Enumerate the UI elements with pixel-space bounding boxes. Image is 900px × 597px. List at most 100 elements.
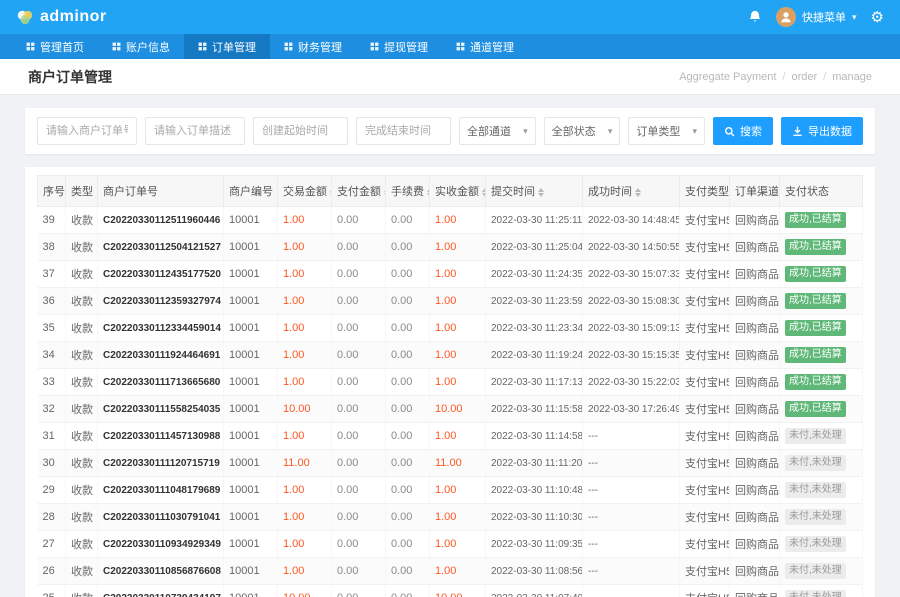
column-header-trade_amount[interactable]: 交易金额 bbox=[278, 176, 332, 207]
cell-submit_time: 2022-03-30 11:08:56 bbox=[486, 558, 583, 585]
cell-real_amount: 11.00 bbox=[430, 450, 486, 477]
nav-item-label: 财务管理 bbox=[298, 39, 342, 55]
cell-fee: 0.00 bbox=[386, 369, 430, 396]
sort-icon[interactable] bbox=[482, 188, 486, 197]
cell-order_no: C20220330112359327974 bbox=[98, 288, 224, 315]
cell-pay_amount: 0.00 bbox=[332, 477, 386, 504]
cell-fee: 0.00 bbox=[386, 450, 430, 477]
nav-item-label: 订单管理 bbox=[212, 39, 256, 55]
cell-order_no: C20220330111048179689 bbox=[98, 477, 224, 504]
cell-order_no: C20220330110934929349 bbox=[98, 531, 224, 558]
logo[interactable]: adminor bbox=[16, 8, 107, 26]
cell-pay_amount: 0.00 bbox=[332, 423, 386, 450]
breadcrumb: Aggregate Payment / order / manage bbox=[679, 71, 872, 83]
breadcrumb-item: manage bbox=[832, 71, 872, 83]
order-desc-input[interactable] bbox=[145, 117, 245, 145]
table-header-row: 序号类型商户订单号商户编号交易金额支付金额手续费实收金额提交时间成功时间支付类型… bbox=[38, 176, 863, 207]
cell-type: 收款 bbox=[66, 369, 98, 396]
channel-select[interactable]: 全部通道 ▾ bbox=[459, 117, 536, 145]
table-row: 31收款C20220330111457130988100011.000.000.… bbox=[38, 423, 863, 450]
nav-item-finance[interactable]: 财务管理 bbox=[270, 34, 356, 59]
cell-trade_amount: 1.00 bbox=[278, 531, 332, 558]
column-header-pay_amount[interactable]: 支付金额 bbox=[332, 176, 386, 207]
cell-submit_time: 2022-03-30 11:23:59 bbox=[486, 288, 583, 315]
cell-fee: 0.00 bbox=[386, 342, 430, 369]
nav-item-channel[interactable]: 通道管理 bbox=[442, 34, 528, 59]
cell-status: 成功,已结算 bbox=[780, 234, 863, 261]
sort-icon[interactable] bbox=[538, 188, 544, 197]
status-select[interactable]: 全部状态 ▾ bbox=[544, 117, 621, 145]
cell-success_time: --- bbox=[583, 531, 680, 558]
cell-type: 收款 bbox=[66, 396, 98, 423]
cell-order_no: C20220330110856876608 bbox=[98, 558, 224, 585]
settings-gear-icon[interactable]: ⚙ bbox=[871, 10, 884, 25]
export-data-button[interactable]: 导出数据 bbox=[781, 117, 863, 145]
chevron-down-icon: ▾ bbox=[523, 126, 528, 137]
cell-pay_type: 支付宝H5 bbox=[680, 315, 730, 342]
breadcrumb-separator: / bbox=[782, 71, 785, 83]
cell-trade_amount: 1.00 bbox=[278, 477, 332, 504]
cell-no: 26 bbox=[38, 558, 66, 585]
finish-end-time-input[interactable] bbox=[356, 117, 451, 145]
cell-trade_amount: 10.00 bbox=[278, 585, 332, 597]
cell-status: 未付,未处理 bbox=[780, 477, 863, 504]
nav-item-account[interactable]: 账户信息 bbox=[98, 34, 184, 59]
cell-order_no: C20220330112504121527 bbox=[98, 234, 224, 261]
merchant-order-no-input[interactable] bbox=[37, 117, 137, 145]
breadcrumb-item[interactable]: Aggregate Payment bbox=[679, 71, 776, 83]
nav-item-withdraw[interactable]: 提现管理 bbox=[356, 34, 442, 59]
cell-pay_amount: 0.00 bbox=[332, 315, 386, 342]
cell-trade_amount: 1.00 bbox=[278, 558, 332, 585]
cell-merchant_no: 10001 bbox=[224, 423, 278, 450]
cell-pay_type: 支付宝H5 bbox=[680, 558, 730, 585]
cell-success_time: --- bbox=[583, 504, 680, 531]
breadcrumb-item[interactable]: order bbox=[791, 71, 817, 83]
cell-success_time: 2022-03-30 15:22:03 bbox=[583, 369, 680, 396]
orders-table: 序号类型商户订单号商户编号交易金额支付金额手续费实收金额提交时间成功时间支付类型… bbox=[37, 175, 863, 597]
create-start-time-input[interactable] bbox=[253, 117, 348, 145]
column-header-order_no: 商户订单号 bbox=[98, 176, 224, 207]
search-button[interactable]: 搜索 bbox=[713, 117, 773, 145]
status-badge: 成功,已结算 bbox=[785, 347, 846, 363]
cell-trade_amount: 1.00 bbox=[278, 207, 332, 234]
chevron-down-icon: ▾ bbox=[608, 126, 613, 137]
avatar bbox=[776, 7, 796, 27]
cell-status: 成功,已结算 bbox=[780, 315, 863, 342]
cell-success_time: 2022-03-30 14:50:55 bbox=[583, 234, 680, 261]
cell-merchant_no: 10001 bbox=[224, 234, 278, 261]
cell-channel: 回购商品 bbox=[730, 423, 780, 450]
cell-channel: 回购商品 bbox=[730, 261, 780, 288]
search-button-label: 搜索 bbox=[740, 123, 762, 139]
column-header-success_time[interactable]: 成功时间 bbox=[583, 176, 680, 207]
cell-no: 35 bbox=[38, 315, 66, 342]
cell-pay_type: 支付宝H5 bbox=[680, 234, 730, 261]
cell-type: 收款 bbox=[66, 558, 98, 585]
notification-bell-icon[interactable] bbox=[748, 10, 762, 24]
cell-merchant_no: 10001 bbox=[224, 450, 278, 477]
cell-status: 成功,已结算 bbox=[780, 396, 863, 423]
nav-item-order[interactable]: 订单管理 bbox=[184, 34, 270, 59]
sort-icon[interactable] bbox=[635, 188, 641, 197]
cell-merchant_no: 10001 bbox=[224, 396, 278, 423]
cell-trade_amount: 11.00 bbox=[278, 450, 332, 477]
column-header-submit_time[interactable]: 提交时间 bbox=[486, 176, 583, 207]
cell-status: 成功,已结算 bbox=[780, 342, 863, 369]
column-header-fee[interactable]: 手续费 bbox=[386, 176, 430, 207]
orders-table-card: 序号类型商户订单号商户编号交易金额支付金额手续费实收金额提交时间成功时间支付类型… bbox=[25, 167, 875, 597]
cell-trade_amount: 1.00 bbox=[278, 288, 332, 315]
status-badge: 成功,已结算 bbox=[785, 401, 846, 417]
cell-type: 收款 bbox=[66, 477, 98, 504]
status-badge: 未付,未处理 bbox=[785, 455, 846, 471]
cell-no: 36 bbox=[38, 288, 66, 315]
table-row: 39收款C20220330112511960446100011.000.000.… bbox=[38, 207, 863, 234]
nav-item-home[interactable]: 管理首页 bbox=[12, 34, 98, 59]
cell-status: 成功,已结算 bbox=[780, 288, 863, 315]
cell-order_no: C20220330111924464691 bbox=[98, 342, 224, 369]
column-header-real_amount[interactable]: 实收金额 bbox=[430, 176, 486, 207]
nav-item-label: 通道管理 bbox=[470, 39, 514, 55]
order-type-select[interactable]: 订单类型 ▾ bbox=[628, 117, 705, 145]
quick-menu[interactable]: 快捷菜单 ▾ bbox=[776, 7, 857, 27]
column-header-status: 支付状态 bbox=[780, 176, 863, 207]
grid-icon bbox=[26, 42, 35, 51]
cell-trade_amount: 1.00 bbox=[278, 315, 332, 342]
